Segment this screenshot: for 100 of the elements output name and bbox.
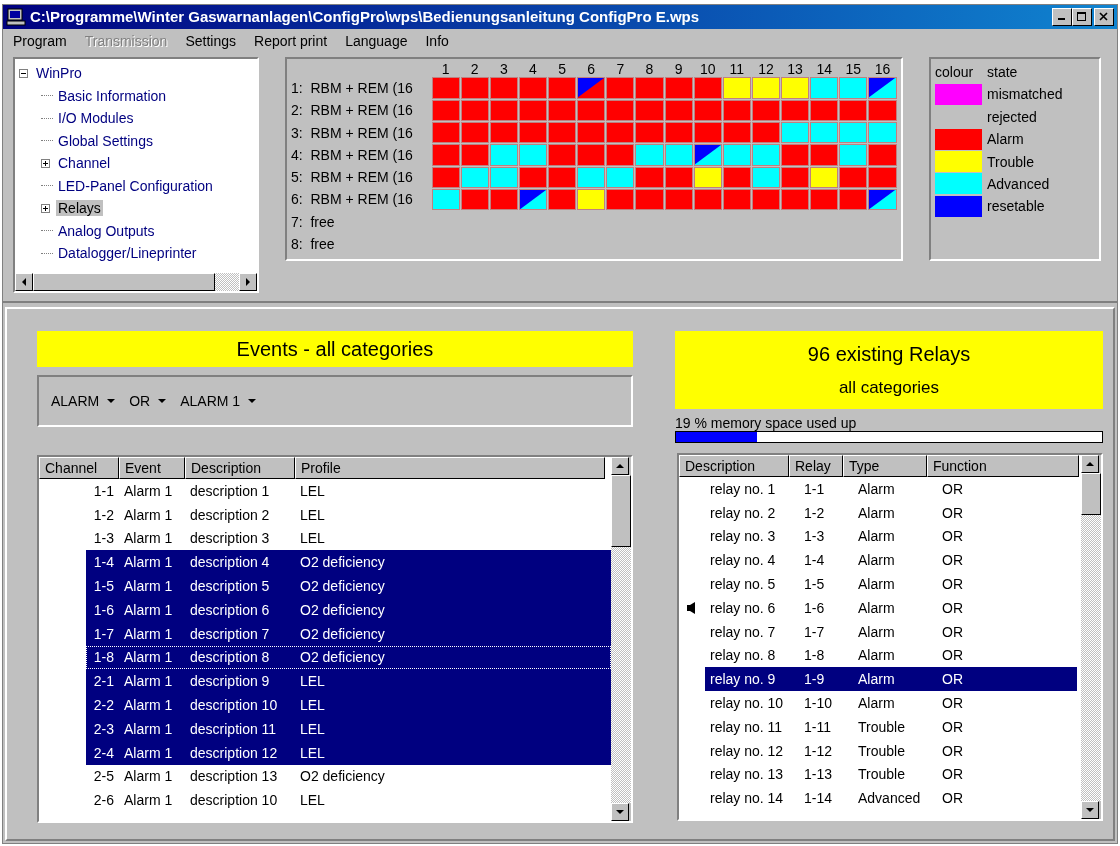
relay-state-cell[interactable] [839, 166, 868, 188]
column-header[interactable]: Description [185, 457, 295, 479]
table-row[interactable]: relay no. 11 1-11 Trouble OR [679, 714, 1081, 739]
relay-state-cell[interactable] [810, 77, 839, 99]
table-row[interactable]: 1-4 Alarm 1 description 4 O2 deficiency [86, 550, 611, 575]
relay-state-cell[interactable] [810, 188, 839, 211]
relay-state-cell[interactable] [693, 77, 722, 99]
relay-state-cell[interactable] [781, 77, 810, 99]
relay-state-cell[interactable] [635, 144, 664, 166]
tree-item[interactable]: Relays [56, 200, 103, 217]
relay-state-cell[interactable] [751, 188, 780, 211]
relay-state-cell[interactable] [722, 188, 751, 211]
relay-state-cell[interactable] [489, 99, 518, 121]
relay-state-cell[interactable] [781, 166, 810, 188]
table-row[interactable]: relay no. 12 1-12 Trouble OR [679, 738, 1081, 763]
table-row[interactable]: 1-6 Alarm 1 description 6 O2 deficiency [86, 598, 611, 622]
table-row[interactable]: relay no. 5 1-5 Alarm OR [679, 572, 1081, 596]
relay-state-cell[interactable] [548, 77, 577, 99]
relay-state-cell[interactable] [868, 188, 897, 211]
relay-state-cell[interactable] [606, 144, 635, 166]
relay-state-cell[interactable] [635, 166, 664, 188]
filter-dropdown[interactable]: ALARM [51, 393, 116, 409]
table-row[interactable]: relay no. 7 1-7 Alarm OR [679, 619, 1081, 644]
column-header[interactable]: Profile [295, 457, 605, 479]
relay-state-cell[interactable] [693, 188, 722, 211]
relay-state-cell[interactable] [781, 188, 810, 211]
relay-state-cell[interactable] [839, 121, 868, 144]
relay-state-cell[interactable] [693, 121, 722, 144]
table-row[interactable]: relay no. 3 1-3 Alarm OR [679, 524, 1081, 549]
relay-state-cell[interactable] [577, 121, 606, 144]
table-row[interactable]: relay no. 4 1-4 Alarm OR [679, 548, 1081, 573]
table-row[interactable]: 2-2 Alarm 1 description 10 LEL [86, 693, 611, 717]
relay-state-cell[interactable] [664, 121, 693, 144]
relay-state-cell[interactable] [431, 121, 460, 144]
relay-state-cell[interactable] [722, 144, 751, 166]
tree-item[interactable]: Datalogger/Lineprinter [56, 245, 199, 262]
table-row[interactable]: 2-5 Alarm 1 description 13 O2 deficiency [86, 764, 611, 789]
relay-state-cell[interactable] [548, 99, 577, 121]
column-header[interactable]: Relay [789, 455, 843, 477]
relay-state-cell[interactable] [518, 166, 547, 188]
relay-state-cell[interactable] [460, 166, 489, 188]
menu-item[interactable]: Info [425, 32, 449, 49]
relay-state-cell[interactable] [518, 188, 547, 211]
relay-state-cell[interactable] [781, 99, 810, 121]
relay-state-cell[interactable] [810, 121, 839, 144]
relay-state-cell[interactable] [839, 144, 868, 166]
relay-state-cell[interactable] [577, 166, 606, 188]
table-row[interactable]: relay no. 13 1-13 Trouble OR [679, 762, 1081, 787]
column-header[interactable]: Channel [39, 457, 119, 479]
column-header[interactable]: Function [927, 455, 1079, 477]
relay-state-cell[interactable] [548, 144, 577, 166]
tree-item[interactable]: I/O Modules [56, 110, 136, 127]
minimize-button[interactable] [1052, 7, 1072, 26]
relay-state-cell[interactable] [518, 121, 547, 144]
relay-state-cell[interactable] [460, 188, 489, 211]
menu-item[interactable]: Report print [254, 32, 328, 49]
relay-state-cell[interactable] [606, 188, 635, 211]
relay-state-cell[interactable] [548, 121, 577, 144]
relay-state-cell[interactable] [548, 188, 577, 211]
menu-item[interactable]: Program [13, 32, 67, 49]
table-row[interactable]: 2-4 Alarm 1 description 12 LEL [86, 740, 611, 765]
table-row[interactable]: relay no. 14 1-14 Advanced OR [679, 786, 1081, 811]
relay-state-cell[interactable] [664, 99, 693, 121]
relay-state-cell[interactable] [577, 144, 606, 166]
tree-item[interactable]: Analog Outputs [56, 222, 157, 239]
relay-state-cell[interactable] [635, 99, 664, 121]
relay-state-cell[interactable] [460, 144, 489, 166]
table-row[interactable]: 2-3 Alarm 1 description 11 LEL [86, 716, 611, 741]
column-header[interactable]: Description [679, 455, 789, 477]
table-row[interactable]: relay no. 6 1-6 Alarm OR [679, 596, 1081, 620]
relay-state-cell[interactable] [751, 99, 780, 121]
relay-state-cell[interactable] [489, 77, 518, 99]
relay-state-cell[interactable] [635, 77, 664, 99]
relay-state-cell[interactable] [810, 99, 839, 121]
relay-state-cell[interactable] [664, 77, 693, 99]
relay-state-cell[interactable] [460, 99, 489, 121]
relay-state-cell[interactable] [751, 144, 780, 166]
scroll-thumb[interactable] [33, 272, 215, 291]
relay-state-cell[interactable] [489, 188, 518, 211]
relay-state-cell[interactable] [518, 144, 547, 166]
table-row[interactable]: relay no. 2 1-2 Alarm OR [679, 500, 1081, 525]
scroll-thumb[interactable] [1081, 473, 1101, 515]
filter-dropdown[interactable]: OR [129, 393, 167, 409]
relay-state-cell[interactable] [722, 77, 751, 99]
relay-state-cell[interactable] [693, 166, 722, 188]
scroll-thumb[interactable] [611, 475, 631, 547]
relay-state-cell[interactable] [606, 99, 635, 121]
expand-icon[interactable] [41, 158, 53, 168]
relay-state-cell[interactable] [460, 121, 489, 144]
relay-state-cell[interactable] [577, 99, 606, 121]
relay-state-cell[interactable] [460, 77, 489, 99]
relay-state-cell[interactable] [722, 166, 751, 188]
relay-state-cell[interactable] [606, 166, 635, 188]
menu-item[interactable]: Settings [185, 32, 236, 49]
tree-item[interactable]: LED-Panel Configuration [56, 177, 215, 194]
expand-icon[interactable] [41, 203, 53, 213]
table-row[interactable]: 2-1 Alarm 1 description 9 LEL [86, 669, 611, 694]
table-row[interactable]: relay no. 1 1-1 Alarm OR [679, 477, 1081, 501]
relay-state-cell[interactable] [431, 166, 460, 188]
relay-state-cell[interactable] [431, 188, 460, 211]
